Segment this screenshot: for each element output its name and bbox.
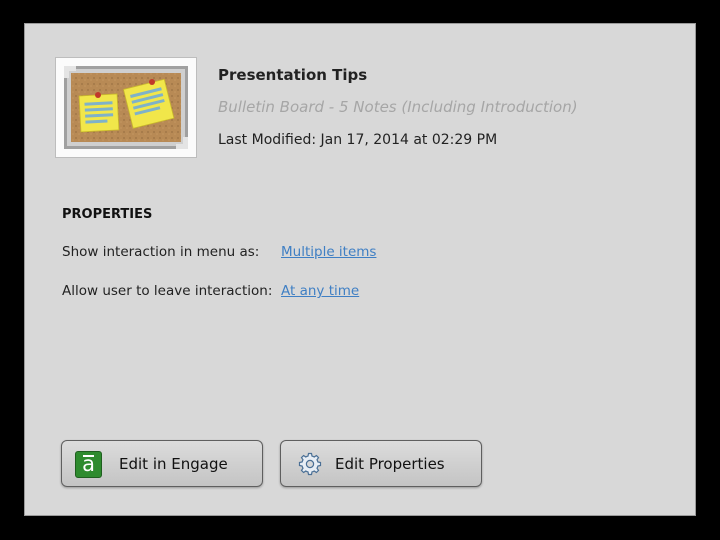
edit-in-engage-label: Edit in Engage [119,455,228,473]
leave-interaction-link[interactable]: At any time [281,283,359,299]
interaction-panel: Presentation Tips Bulletin Board - 5 Not… [24,23,696,516]
leave-interaction-label: Allow user to leave interaction: [62,283,273,299]
last-modified: Last Modified: Jan 17, 2014 at 02:29 PM [218,132,498,148]
edit-properties-label: Edit Properties [335,455,445,473]
gear-icon [298,452,322,476]
edit-in-engage-button[interactable]: a Edit in Engage [61,440,263,487]
menu-display-link[interactable]: Multiple items [281,244,376,260]
bulletin-board-icon [64,66,188,149]
menu-display-label: Show interaction in menu as: [62,244,260,260]
edit-properties-button[interactable]: Edit Properties [280,440,482,487]
interaction-title: Presentation Tips [218,66,368,84]
bulletin-board-thumbnail [55,57,197,158]
engage-icon: a [75,451,102,478]
properties-heading: PROPERTIES [62,207,153,222]
interaction-subtitle: Bulletin Board - 5 Notes (Including Intr… [218,98,578,116]
